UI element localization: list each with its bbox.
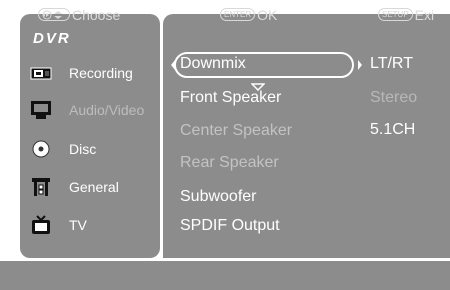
setting-row-center-speaker[interactable]: Center Speaker (180, 122, 292, 140)
sidebar-item-tv[interactable]: TV (30, 213, 87, 237)
recording-icon (30, 62, 52, 84)
hint-exit-label: Exi (414, 6, 435, 23)
sidebar-item-label: General (69, 179, 119, 195)
sidebar-item-label: TV (69, 217, 87, 233)
general-settings-icon (30, 176, 52, 198)
sidebar-item-label: Audio/Video (69, 102, 145, 118)
monitor-icon (30, 99, 52, 121)
hint-ok: ENTER OK (220, 0, 277, 29)
chevron-left-icon (170, 58, 176, 76)
arrow-keys-icon (38, 8, 70, 21)
setting-row-rear-speaker[interactable]: Rear Speaker (180, 154, 279, 172)
chevron-right-icon (357, 58, 363, 76)
dvr-setup-screen: DVR Recording Audio/Video Disc General T… (0, 0, 450, 290)
setting-row-downmix[interactable]: Downmix (180, 55, 246, 73)
sidebar-item-disc[interactable]: Disc (30, 137, 96, 161)
sidebar-item-label: Disc (69, 141, 97, 157)
footer-hint-bar (0, 261, 450, 290)
setting-row-spdif-output[interactable]: SPDIF Output (180, 217, 280, 235)
enter-key-icon: ENTER (220, 8, 256, 21)
sidebar-item-recording[interactable]: Recording (30, 61, 133, 85)
hint-ok-label: OK (257, 6, 278, 23)
hint-exit: SETUP Exi (378, 0, 434, 29)
sidebar-title: DVR (33, 30, 71, 47)
sidebar-item-general[interactable]: General (30, 175, 119, 199)
hint-choose: Choose (38, 0, 120, 29)
setting-value-front-speaker[interactable]: Stereo (370, 89, 417, 107)
hint-choose-label: Choose (72, 6, 121, 23)
tv-icon (30, 214, 52, 236)
setting-row-subwoofer[interactable]: Subwoofer (180, 188, 257, 206)
sidebar-item-label: Recording (69, 65, 133, 81)
sidebar-item-audio-video[interactable]: Audio/Video (30, 98, 144, 122)
disc-icon (30, 138, 52, 160)
setting-row-front-speaker[interactable]: Front Speaker (180, 89, 281, 107)
setup-key-icon: SETUP (378, 8, 413, 21)
setting-value-downmix[interactable]: LT/RT (370, 55, 413, 73)
setting-value-center-speaker[interactable]: 5.1CH (370, 121, 415, 139)
